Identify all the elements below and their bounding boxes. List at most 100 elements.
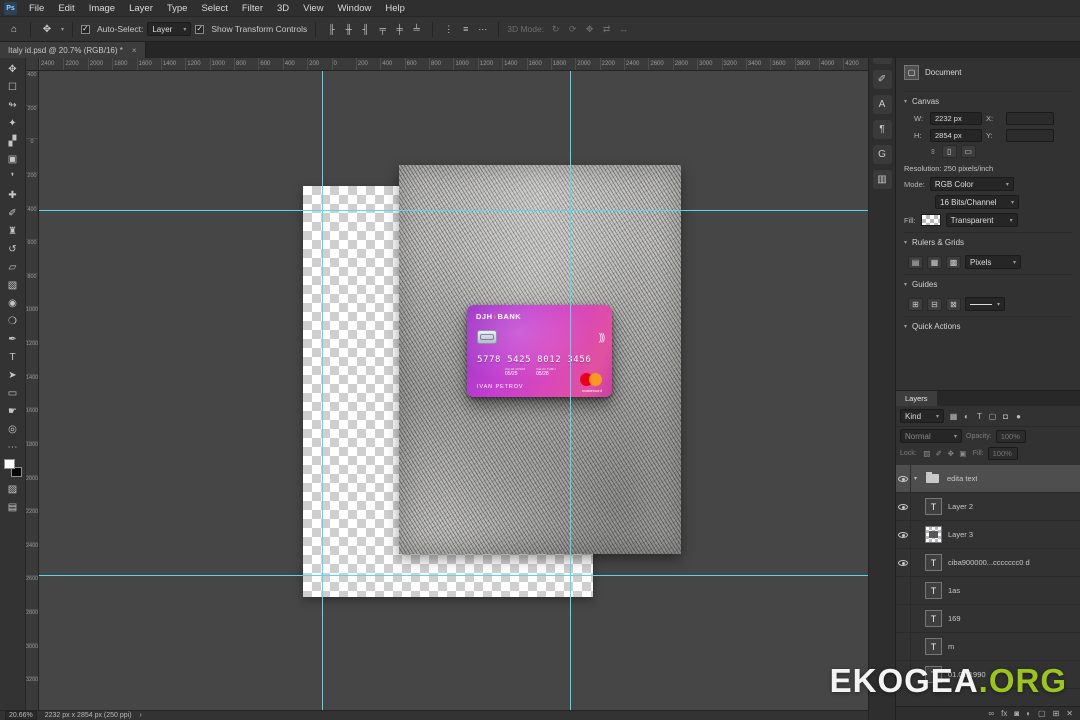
tool-preset-caret-icon[interactable]: ▾	[61, 26, 64, 33]
layer-row-layer-2[interactable]: ▾ Layer 2	[896, 493, 1080, 521]
x-input[interactable]	[1006, 112, 1054, 125]
layer-name[interactable]: Layer 3	[948, 530, 973, 539]
auto-select-target-dropdown[interactable]: Layer	[147, 22, 192, 36]
menu-item[interactable]: Select	[194, 2, 234, 15]
rulers-grids-section-header[interactable]: Rulers & Grids	[904, 232, 1072, 251]
guide-horizontal[interactable]	[39, 575, 868, 576]
align-center-h-icon[interactable]: ╫	[341, 22, 356, 37]
quick-selection-tool[interactable]: ✦	[1, 114, 25, 132]
menu-item[interactable]: Filter	[235, 2, 270, 15]
layer-name[interactable]: edita text	[947, 474, 977, 483]
menu-item[interactable]: 3D	[270, 2, 296, 15]
visibility-toggle[interactable]	[896, 465, 911, 492]
menu-item[interactable]: File	[22, 2, 51, 15]
quick-mask-icon[interactable]: ▨	[1, 480, 25, 498]
dodge-tool[interactable]: ❍	[1, 312, 25, 330]
align-bottom-icon[interactable]: ╧	[409, 22, 424, 37]
menu-item[interactable]: Type	[160, 2, 195, 15]
brush-settings-panel-icon[interactable]: ✐	[872, 70, 892, 89]
canvas-section-header[interactable]: Canvas	[904, 91, 1072, 110]
menu-item[interactable]: Image	[82, 2, 122, 15]
layers-tab[interactable]: Layers	[896, 391, 937, 406]
layer-row-m[interactable]: ▾ m	[896, 633, 1080, 661]
menu-item[interactable]: Layer	[122, 2, 160, 15]
layer-filter-kind-dropdown[interactable]: Kind	[900, 409, 944, 423]
crop-tool[interactable]: ▞	[1, 132, 25, 150]
landscape-orientation-icon[interactable]: ▭	[960, 145, 976, 158]
grid-icon[interactable]: ▦	[927, 255, 942, 269]
lock-all-icon[interactable]: ▣	[957, 448, 969, 460]
menu-item[interactable]: Window	[331, 2, 379, 15]
shape-filter-icon[interactable]: ▢	[986, 410, 999, 423]
delete-layer-icon[interactable]: ✕	[1066, 709, 1073, 718]
3d-slide-icon[interactable]: ⇄	[599, 22, 614, 37]
horizontal-ruler[interactable]: 2400 2200 2000 1800 1600 1400 1200 1000 800 600 40…	[39, 58, 868, 71]
adjustment-layer-icon[interactable]: ◐	[1026, 709, 1031, 718]
guides-section-header[interactable]: Guides	[904, 274, 1072, 293]
3d-roll-icon[interactable]: ⟳	[565, 22, 580, 37]
3d-scale-icon[interactable]: ↔	[616, 22, 631, 37]
menu-item[interactable]: View	[296, 2, 330, 15]
marquee-tool[interactable]: ☐	[1, 78, 25, 96]
y-input[interactable]	[1006, 129, 1054, 142]
guide-layout-icon[interactable]: ⊟	[927, 297, 942, 311]
vertical-ruler[interactable]: 400 200 0 200 400 600 800 1000 1200 1400 1600 1800 2…	[26, 71, 39, 710]
paragraph-panel-icon[interactable]: ¶	[872, 120, 892, 139]
layer-row-ciba[interactable]: ▾ ciba900000...ccccccc0 d	[896, 549, 1080, 577]
move-tool[interactable]: ✥	[1, 60, 25, 78]
ruler-icon[interactable]: ▤	[908, 255, 923, 269]
menu-item[interactable]: Help	[378, 2, 412, 15]
history-brush-tool[interactable]: ↺	[1, 240, 25, 258]
width-input[interactable]: 2232 px	[930, 112, 982, 125]
brush-tool[interactable]: ✐	[1, 204, 25, 222]
foreground-color-swatch[interactable]	[3, 459, 15, 469]
3d-pan-icon[interactable]: ✥	[582, 22, 597, 37]
more-align-options-icon[interactable]: ⋯	[475, 22, 490, 37]
layer-style-icon[interactable]: fx	[1001, 709, 1007, 718]
pixel-layer-filter-icon[interactable]: ▦	[947, 410, 960, 423]
pen-tool[interactable]: ✒	[1, 330, 25, 348]
units-dropdown[interactable]: Pixels	[965, 255, 1021, 269]
layer-fill-input[interactable]: 100%	[987, 447, 1018, 460]
document-selector[interactable]: ▢ Document	[904, 63, 1072, 86]
guide-vertical[interactable]	[570, 71, 571, 710]
color-swatches[interactable]	[3, 459, 23, 477]
guide-horizontal[interactable]	[39, 210, 868, 211]
clear-guides-icon[interactable]: ⊠	[946, 297, 961, 311]
visibility-toggle[interactable]	[896, 633, 911, 660]
portrait-orientation-icon[interactable]: ▯	[941, 145, 957, 158]
layer-name[interactable]: Layer 2	[948, 502, 973, 511]
frame-tool[interactable]: ▣	[1, 150, 25, 168]
gradient-tool[interactable]: ▧	[1, 276, 25, 294]
layer-name[interactable]: m	[948, 642, 954, 651]
fill-dropdown[interactable]: Transparent	[945, 213, 1018, 227]
lock-position-icon[interactable]: ✥	[945, 448, 957, 460]
3d-orbit-icon[interactable]: ↻	[548, 22, 563, 37]
screen-mode-icon[interactable]: ▤	[1, 498, 25, 516]
blur-tool[interactable]: ◉	[1, 294, 25, 312]
guide-style-dropdown[interactable]	[965, 297, 1006, 311]
filter-toggle-icon[interactable]: ●	[1012, 410, 1025, 423]
layer-row-edita-text[interactable]: ▾ edita text	[896, 465, 1080, 493]
layer-row-layer-3[interactable]: ▾ Layer 3	[896, 521, 1080, 549]
bank-card-image[interactable]: DJH›BANK ))) 5778 5425 8012 3456 VALID F…	[467, 305, 612, 397]
shape-tool[interactable]: ▭	[1, 384, 25, 402]
height-input[interactable]: 2854 px	[930, 129, 982, 142]
auto-select-checkbox[interactable]	[81, 24, 91, 34]
align-top-icon[interactable]: ╤	[375, 22, 390, 37]
visibility-toggle[interactable]	[896, 549, 911, 576]
group-expand-icon[interactable]: ▾	[914, 475, 917, 482]
quick-actions-section-header[interactable]: Quick Actions	[904, 316, 1072, 335]
menu-item[interactable]: Edit	[51, 2, 81, 15]
link-layers-icon[interactable]: ∞	[988, 709, 994, 718]
opacity-input[interactable]: 100%	[995, 429, 1026, 443]
show-transform-checkbox[interactable]	[195, 24, 205, 34]
canvas-area[interactable]: DJH›BANK ))) 5778 5425 8012 3456 VALID F…	[39, 71, 868, 710]
align-middle-icon[interactable]: ╪	[392, 22, 407, 37]
lasso-tool[interactable]: ↬	[1, 96, 25, 114]
color-mode-dropdown[interactable]: RGB Color	[929, 177, 1014, 191]
guide-vertical[interactable]	[322, 71, 323, 710]
type-tool[interactable]: T	[1, 348, 25, 366]
character-panel-icon[interactable]: A	[872, 95, 892, 114]
snap-icon[interactable]: ▩	[946, 255, 961, 269]
